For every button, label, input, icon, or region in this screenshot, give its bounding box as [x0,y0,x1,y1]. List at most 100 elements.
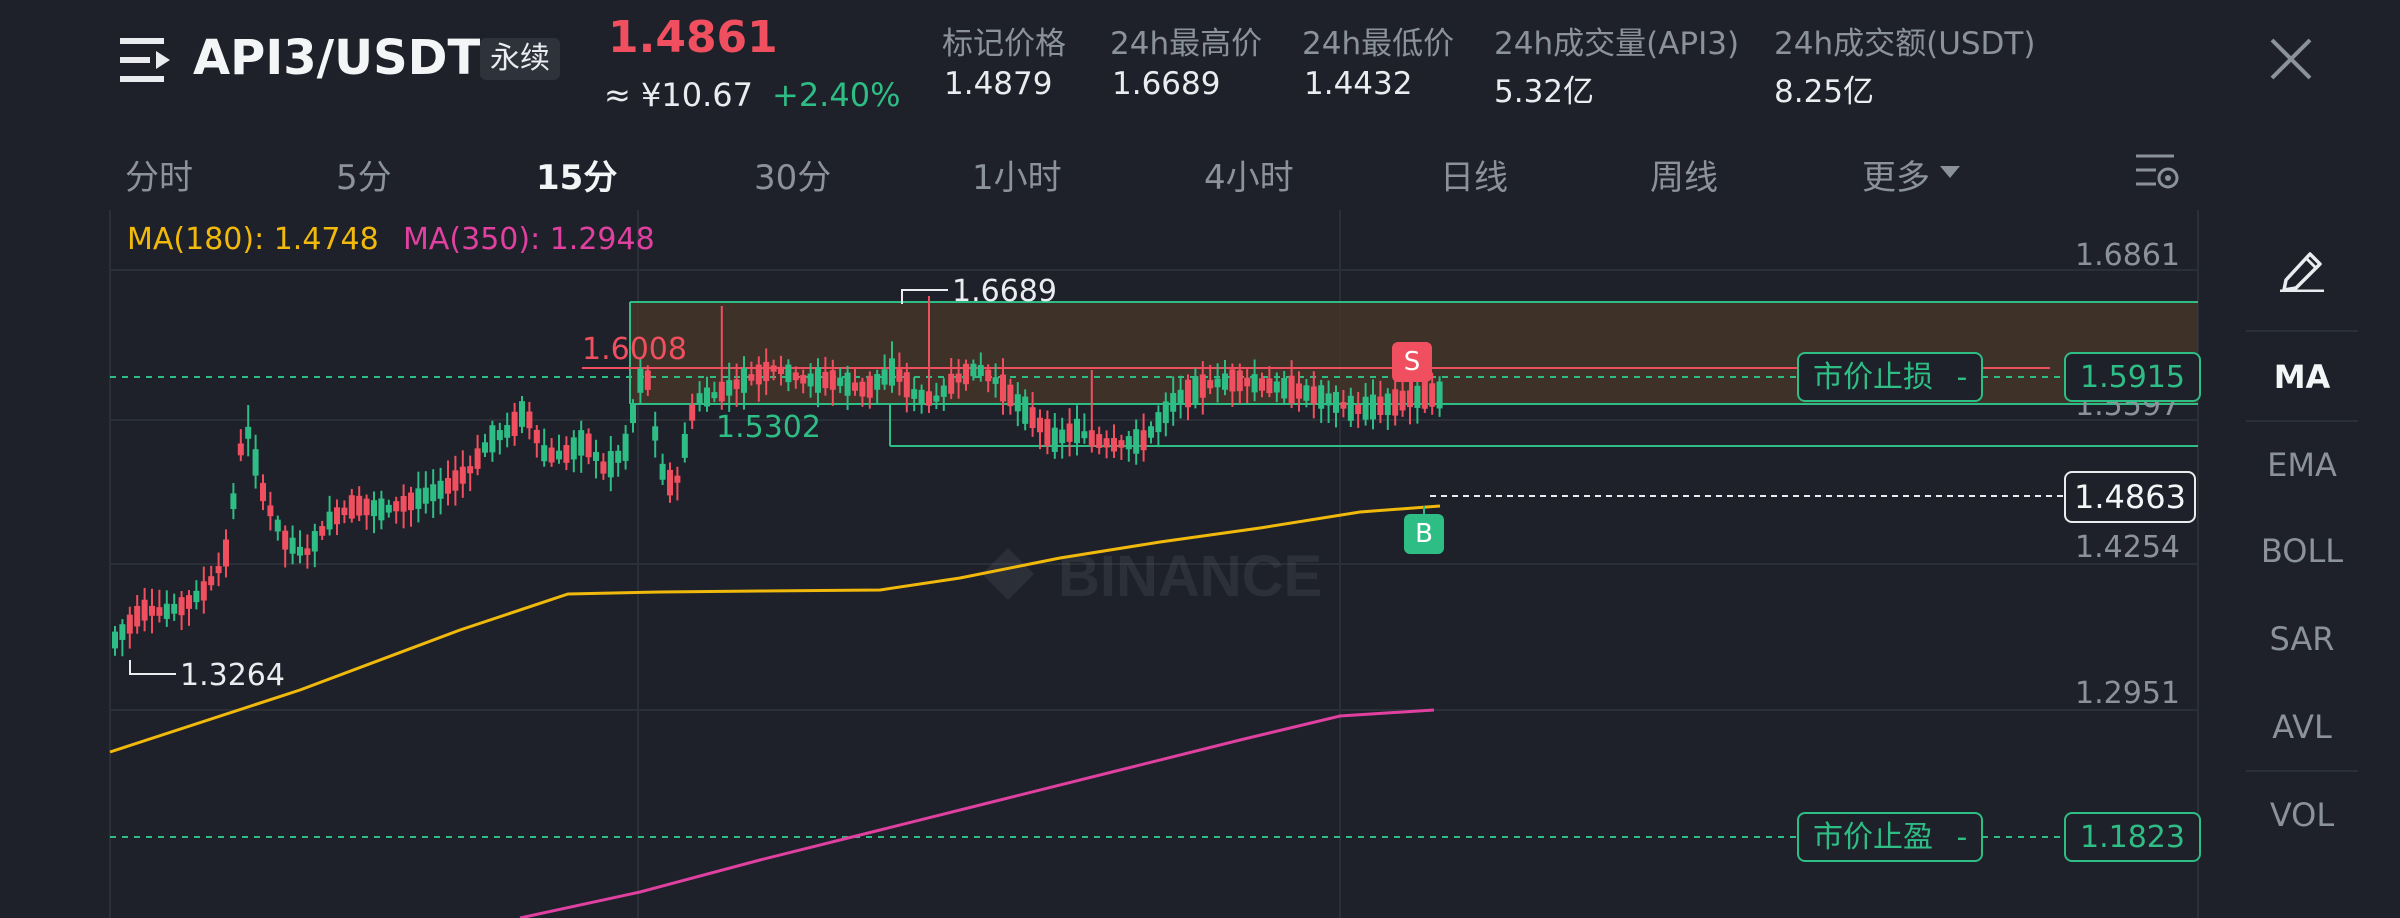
candle-body [607,451,614,478]
candle-body [933,395,940,402]
candle-body [356,495,363,516]
candle-body [1066,423,1073,442]
candle-body [1377,396,1384,415]
candle-body [237,443,244,456]
interval-tab-5m[interactable]: 5分 [336,150,392,199]
indicator-avl[interactable]: AVL [2240,708,2364,746]
candle-body [822,371,829,389]
candle-body [1333,391,1339,413]
candle-body [1088,430,1095,447]
candle-body [445,477,451,494]
candle-body [371,500,377,517]
candle-body [837,377,844,386]
candle-body [1318,385,1325,409]
candle-body [230,493,237,510]
candle-body [134,605,141,627]
candle-body [970,363,977,377]
high-24h-label: 24h最高价 [1110,26,1263,62]
candle-body [1074,418,1080,444]
candle-body [156,607,163,616]
candle-body [163,603,170,619]
candle-body [1081,431,1088,439]
candle-body [1325,393,1332,406]
interval-tab-15m[interactable]: 15分 [536,150,617,199]
indicator-boll[interactable]: BOLL [2240,532,2364,570]
candle-body [1370,394,1376,420]
candle-body [1251,374,1258,393]
change-percent: +2.40% [772,76,901,114]
candle-body [718,381,725,402]
pencil-icon[interactable] [2278,246,2328,292]
candle-body [252,449,259,476]
candle-body [733,379,740,390]
candle-body [489,425,496,453]
take-profit-price-tag: 1.1823 [2064,812,2201,862]
candle-body [1214,378,1221,388]
close-icon[interactable] [2268,36,2314,82]
cny-price: ≈ ¥10.67 [604,76,753,114]
chevron-down-icon[interactable] [1940,166,1960,178]
candle-body [452,470,459,491]
turnover-24h-value: 8.25亿 [1774,74,1875,110]
candle-body [1125,436,1132,450]
candle-body [200,581,207,601]
indicator-ma[interactable]: MA [2240,358,2364,396]
candle-body [378,498,385,521]
candle-body [1421,381,1428,409]
candle-body [600,461,607,474]
current-price-tag: 1.4863 [2064,471,2196,523]
candle-body [1296,383,1302,399]
interval-tab-30m[interactable]: 30分 [754,150,831,199]
ma180-line [109,504,1441,754]
candle-body [585,433,592,458]
candle-body [1259,378,1265,391]
interval-tab-1h[interactable]: 1小时 [972,150,1062,199]
indicator-vol[interactable]: VOL [2240,796,2364,834]
sell-marker[interactable]: S [1392,342,1432,382]
candle-body [511,411,518,436]
candle-body [193,590,200,603]
candle-body [533,429,540,444]
interval-tab-weekly[interactable]: 周线 [1650,150,1718,199]
interval-tab-4h[interactable]: 4小时 [1204,150,1294,199]
candle-body [1029,407,1036,429]
interval-tab-timeshare[interactable]: 分时 [125,150,193,199]
cancel-stop-loss-button[interactable]: - [1957,360,1968,395]
candle-body [282,530,289,550]
candle-body [1384,393,1391,416]
stop-loss-order-tag[interactable]: 市价止损 - [1797,352,1984,402]
chart-settings-icon[interactable] [2134,150,2180,194]
candle-body [615,450,622,463]
candle-body [526,411,533,429]
candle-body [1392,389,1399,416]
menu-icon[interactable] [120,38,172,82]
price-axis-label: 1.6861 [2075,238,2180,273]
low-price-label: 1.3264 [180,658,285,693]
interval-tab-more[interactable]: 更多 [1862,150,1930,199]
candle-body [363,498,370,516]
candle-body [474,448,481,469]
indicator-ema[interactable]: EMA [2240,446,2364,484]
sidebar-divider [2246,330,2358,332]
interval-tab-daily[interactable]: 日线 [1440,150,1508,199]
candle-body [844,372,851,396]
candle-body [1222,373,1228,390]
candle-body [755,364,762,385]
candle-body [681,433,688,458]
candlestick-chart[interactable]: BINANCE [0,0,2400,918]
price-axis-label: 1.4254 [2075,530,2180,565]
candle-body [541,445,548,462]
candle-body [119,624,126,640]
candle-body [1118,440,1125,448]
buy-marker[interactable]: B [1404,514,1444,554]
symbol-title[interactable]: API3/USDT [193,30,480,86]
candle-body [630,404,636,424]
candle-body [274,519,281,532]
candle-body [1044,418,1051,446]
cancel-take-profit-button[interactable]: - [1957,820,1968,855]
candle-body [482,442,488,453]
candle-body [622,433,629,461]
candle-body [319,526,326,536]
indicator-sar[interactable]: SAR [2240,620,2364,658]
take-profit-order-tag[interactable]: 市价止盈 - [1797,812,1984,862]
